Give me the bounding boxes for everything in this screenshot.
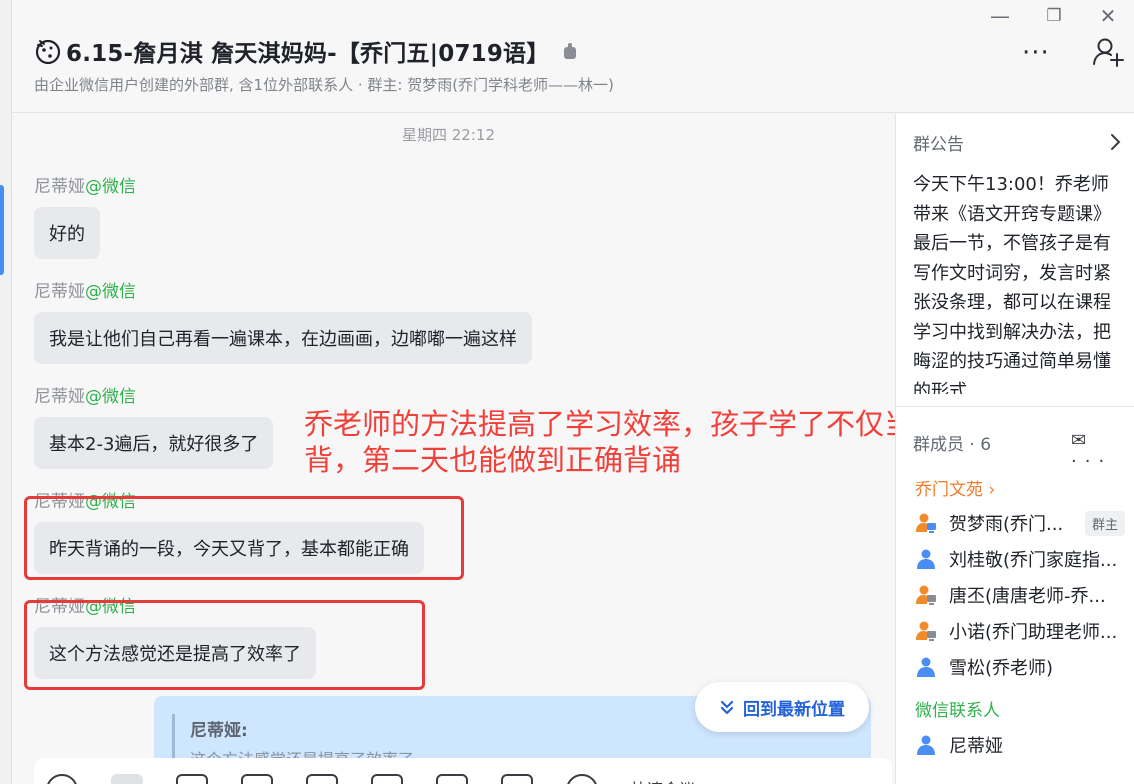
member-name: 贺梦雨(乔门...: [949, 514, 1064, 535]
member-name: 刘桂敬(乔门家庭指...: [949, 550, 1118, 571]
notice-text: 今天下午13:00！乔老师带来《语文开窍专题课》最后一节，不管孩子是有写作文时词…: [913, 174, 1111, 394]
member-name: 雪松(乔老师): [949, 658, 1054, 679]
mail-icon[interactable]: ✉: [1071, 430, 1094, 451]
owner-badge: 群主: [1084, 510, 1125, 536]
member-item[interactable]: 雪松(乔老师): [915, 654, 1125, 680]
apps-icon[interactable]: [501, 774, 533, 784]
right-panel: 群公告 今天下午13:00！乔老师带来《语文开窍专题课》最后一节，不管孩子是有写…: [895, 114, 1134, 784]
members-actions: ✉···: [1071, 430, 1134, 472]
panel-divider: [896, 406, 1134, 407]
more-options-button[interactable]: ···: [1022, 38, 1050, 68]
member-name: 小诺(乔门助理老师...: [949, 622, 1118, 643]
message-sender: 尼蒂娅@微信: [34, 177, 136, 197]
annotation-text: 乔老师的方法提高了学习效率，孩子学了不仅当天会背，第二天也能做到正确背诵: [304, 407, 895, 477]
message-sender: 尼蒂娅@微信: [34, 387, 136, 407]
message-bubble[interactable]: 我是让他们自己再看一遍课本，在边画画，边嘟嘟一遍这样: [34, 312, 532, 364]
chat-subtitle: 由企业微信用户创建的外部群, 含1位外部联系人 · 群主: 贺梦雨(乔门学科老师…: [34, 76, 614, 94]
user-computer-icon: [916, 513, 936, 533]
message-item: 尼蒂娅@微信 我是让他们自己再看一遍课本，在边画画，边嘟嘟一遍这样: [34, 277, 532, 364]
chevron-double-down-icon: [720, 700, 734, 715]
chat-title: 6.15-詹月淇 詹天淇妈妈-【乔门五|0719语】: [66, 41, 550, 67]
lock-icon: [564, 43, 577, 59]
user-computer-icon: [916, 585, 936, 605]
highlight-box: [24, 600, 425, 690]
history-icon[interactable]: [566, 774, 598, 784]
group-cookie-icon: [35, 39, 61, 65]
chevron-right-icon[interactable]: [1109, 132, 1123, 152]
jump-to-latest-label: 回到最新位置: [743, 699, 845, 720]
active-indicator: [0, 185, 4, 275]
input-toolbar: 快速会议: [34, 758, 892, 784]
title-row: 6.15-詹月淇 詹天淇妈妈-【乔门五|0719语】: [34, 34, 577, 68]
highlight-box: [24, 496, 464, 580]
user-computer-icon: [916, 621, 936, 641]
member-item[interactable]: 刘桂敬(乔门家庭指...: [915, 546, 1125, 572]
restore-button[interactable]: ❐: [1042, 6, 1066, 26]
member-name: 唐丕(唐唐老师-乔...: [949, 586, 1106, 607]
message-item: 尼蒂娅@微信 好的: [34, 172, 136, 259]
member-name: 尼蒂娅: [949, 736, 1003, 757]
collection-icon[interactable]: [371, 774, 403, 784]
user-icon: [917, 549, 935, 569]
more-members-icon[interactable]: ···: [1071, 451, 1112, 472]
user-icon: [917, 657, 935, 677]
message-sender: 尼蒂娅@微信: [34, 282, 136, 302]
message-bubble[interactable]: 好的: [34, 207, 100, 259]
quote-sender: 尼蒂娅:: [190, 721, 248, 741]
user-icon: [917, 735, 935, 755]
chat-header: — ❐ ✕ 6.15-詹月淇 詹天淇妈妈-【乔门五|0719语】 由企业微信用户…: [12, 0, 1134, 113]
file-icon[interactable]: [176, 774, 208, 784]
member-item[interactable]: 唐丕(唐唐老师-乔...: [915, 582, 1125, 608]
quick-meeting-button[interactable]: 快速会议: [631, 776, 695, 784]
emoji-icon[interactable]: [46, 774, 78, 784]
member-item[interactable]: 小诺(乔门助理老师...: [915, 618, 1125, 644]
left-strip: [0, 0, 12, 784]
members-title: 群成员 · 6: [913, 435, 992, 455]
screen-icon[interactable]: [436, 774, 468, 784]
calendar-icon[interactable]: [241, 774, 273, 784]
jump-to-latest-button[interactable]: 回到最新位置: [695, 682, 869, 732]
chat-area: 星期四 22:12 尼蒂娅@微信 好的 尼蒂娅@微信 我是让他们自己再看一遍课本…: [12, 114, 895, 784]
member-item[interactable]: 贺梦雨(乔门... 群主: [915, 510, 1125, 536]
minimize-button[interactable]: —: [988, 4, 1012, 28]
close-button[interactable]: ✕: [1096, 4, 1120, 28]
notice-title[interactable]: 群公告: [913, 130, 964, 155]
folder-icon[interactable]: [306, 774, 338, 784]
add-member-icon[interactable]: [1092, 36, 1126, 68]
group-name[interactable]: 乔门文苑 ›: [915, 475, 995, 500]
message-timestamp: 星期四 22:12: [402, 126, 495, 144]
message-bubble[interactable]: 基本2-3遍后，就好很多了: [34, 417, 274, 469]
message-item: 尼蒂娅@微信 基本2-3遍后，就好很多了: [34, 382, 274, 469]
member-item[interactable]: 尼蒂娅: [915, 732, 1125, 758]
scissors-icon[interactable]: [111, 774, 143, 784]
wechat-contacts-label: 微信联系人: [915, 701, 1000, 721]
